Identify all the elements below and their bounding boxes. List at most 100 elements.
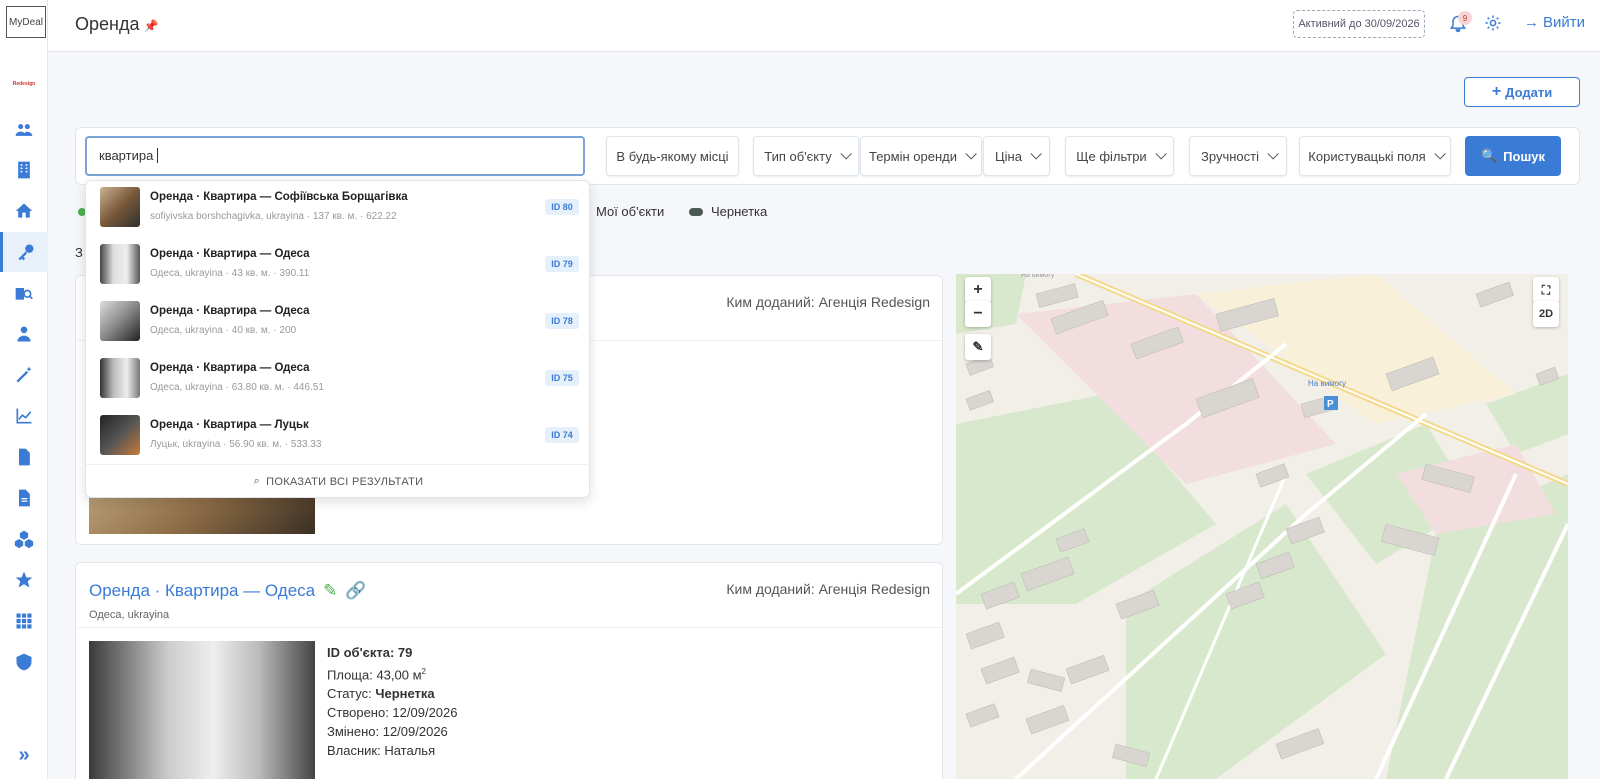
building-icon bbox=[18, 161, 30, 179]
chevron-down-icon bbox=[840, 148, 852, 160]
zoom-out-button[interactable]: − bbox=[965, 301, 991, 327]
brand-avatar[interactable]: Redesign bbox=[10, 70, 38, 98]
sidebar-item-favorites[interactable] bbox=[0, 560, 48, 600]
users-icon bbox=[15, 124, 33, 136]
suggestion-thumbnail bbox=[100, 301, 140, 341]
sidebar-item-magic[interactable] bbox=[0, 355, 48, 395]
type-filter[interactable]: Тип об'єкту bbox=[753, 136, 859, 176]
listing-area-unit-exponent: 2 bbox=[421, 667, 426, 676]
suggestion-title: Оренда · Квартира — Одеса bbox=[150, 362, 310, 374]
map-poi-label: На вимогу bbox=[1308, 379, 1346, 388]
sidebar-item-home[interactable] bbox=[0, 191, 48, 231]
fullscreen-button[interactable]: ⛶ bbox=[1533, 277, 1559, 303]
listing-owner: Власник: Наталья bbox=[327, 743, 436, 759]
show-all-results-button[interactable]: ⌕ ПОКАЗАТИ ВСІ РЕЗУЛЬТАТИ bbox=[86, 464, 591, 498]
suggestion-thumbnail bbox=[100, 358, 140, 398]
chevron-down-icon bbox=[1030, 148, 1042, 160]
listing-status-label: Статус: bbox=[327, 686, 372, 702]
search-input[interactable]: квартира bbox=[85, 136, 585, 176]
logout-button[interactable]: → Вийти bbox=[1524, 14, 1585, 31]
show-all-results-label: ПОКАЗАТИ ВСІ РЕЗУЛЬТАТИ bbox=[266, 475, 424, 488]
chevron-down-icon bbox=[1155, 148, 1167, 160]
building-search-icon bbox=[15, 288, 33, 300]
file-invoice-icon bbox=[19, 448, 30, 466]
sidebar-item-contacts[interactable] bbox=[0, 314, 48, 354]
search-icon: ⌕ bbox=[253, 475, 261, 487]
zoom-out-icon: − bbox=[973, 305, 983, 322]
listing-title[interactable]: Оренда · Квартира — Одеса ✎ 🔗 bbox=[89, 581, 367, 601]
suggestion-id-badge: ID 79 bbox=[545, 256, 579, 272]
listing-card[interactable]: Оренда · Квартира — Одеса ✎ 🔗 Одеса, ukr… bbox=[75, 562, 943, 779]
zoom-in-button[interactable]: + bbox=[965, 277, 991, 303]
sidebar-expand-icon[interactable]: » bbox=[0, 744, 48, 767]
price-filter[interactable]: Ціна bbox=[983, 136, 1050, 176]
listing-status-value: Чернетка bbox=[375, 686, 435, 702]
sidebar-item-analytics[interactable] bbox=[0, 396, 48, 436]
app-logo-text: MyDeal bbox=[9, 16, 43, 28]
star-icon bbox=[15, 571, 33, 588]
suggestion-item[interactable]: Оренда · Квартира — Одеса Одеса, ukrayin… bbox=[86, 352, 591, 408]
map-canvas[interactable]: P На вимогу На вимогу bbox=[956, 274, 1568, 779]
subscription-badge: Активний до 30/09/2026 bbox=[1293, 10, 1425, 38]
sidebar-item-invoices[interactable] bbox=[0, 437, 48, 477]
sidebar-item-users[interactable] bbox=[0, 110, 48, 150]
sidebar-item-search-buildings[interactable] bbox=[0, 273, 48, 313]
fullscreen-icon: ⛶ bbox=[1541, 282, 1551, 297]
suggestion-thumbnail bbox=[100, 244, 140, 284]
sidebar: MyDeal Redesign » bbox=[0, 0, 48, 779]
search-button[interactable]: 🔍 Пошук bbox=[1465, 136, 1561, 176]
sidebar-item-grid[interactable] bbox=[0, 601, 48, 641]
suggestion-title: Оренда · Квартира — Луцьк bbox=[150, 419, 309, 431]
location-filter-label: В будь-якому місці bbox=[616, 148, 729, 164]
pencil-icon: ✎ bbox=[972, 339, 984, 354]
map-view[interactable]: P На вимогу На вимогу + − ✎ ⛶ 2D bbox=[956, 274, 1568, 779]
add-button-label: Додати bbox=[1505, 84, 1553, 100]
map-mode-toggle[interactable]: 2D bbox=[1533, 301, 1559, 327]
listing-area-text: Площа: 43,00 м bbox=[327, 667, 422, 683]
added-by: Ким доданий: Агенція Redesign bbox=[726, 581, 930, 597]
chevron-down-icon bbox=[1267, 148, 1279, 160]
suggestion-subtitle: Одеса, ukrayina · 63.80 кв. м. · 446.51 bbox=[150, 382, 324, 393]
suggestion-title: Оренда · Квартира — Одеса bbox=[150, 305, 310, 317]
amenities-filter[interactable]: Зручності bbox=[1189, 136, 1287, 176]
draw-button[interactable]: ✎ bbox=[965, 334, 991, 360]
link-icon[interactable]: 🔗 bbox=[345, 581, 366, 601]
sidebar-item-buildings[interactable] bbox=[0, 150, 48, 190]
sidebar-item-rent[interactable] bbox=[0, 232, 48, 272]
suggestion-subtitle: sofiyivska borshchagivka, ukrayina · 137… bbox=[150, 211, 397, 222]
pencil-icon[interactable]: ✎ bbox=[323, 581, 337, 601]
suggestion-title: Оренда · Квартира — Одеса bbox=[150, 248, 310, 260]
pin-icon[interactable]: 📌 bbox=[143, 19, 158, 33]
listing-photo[interactable] bbox=[89, 641, 315, 779]
shield-icon bbox=[16, 653, 32, 671]
listing-id: ID об'єкта: 79 bbox=[327, 645, 413, 660]
results-count-text: З bbox=[75, 245, 83, 260]
page-title: Оренда 📌 bbox=[75, 14, 158, 35]
listing-created: Створено: 12/09/2026 bbox=[327, 705, 458, 721]
app-logo[interactable]: MyDeal bbox=[6, 6, 46, 38]
sidebar-item-documents[interactable] bbox=[0, 478, 48, 518]
legend-my-objects[interactable]: Мої об'єкти bbox=[596, 204, 664, 219]
suggestion-item[interactable]: Оренда · Квартира — Луцьк Луцьк, ukrayin… bbox=[86, 409, 591, 465]
gear-icon[interactable] bbox=[1484, 14, 1502, 32]
suggestion-item[interactable]: Оренда · Квартира — Одеса Одеса, ukrayin… bbox=[86, 295, 591, 351]
suggestion-item[interactable]: Оренда · Квартира — Софіївська Борщагівк… bbox=[86, 181, 591, 237]
suggestion-title: Оренда · Квартира — Софіївська Борщагівк… bbox=[150, 191, 408, 203]
more-filters-label: Ще фільтри bbox=[1076, 148, 1147, 164]
suggestion-item[interactable]: Оренда · Квартира — Одеса Одеса, ukrayin… bbox=[86, 238, 591, 294]
add-button[interactable]: + Додати bbox=[1464, 77, 1580, 107]
more-filters[interactable]: Ще фільтри bbox=[1065, 136, 1174, 176]
card-divider bbox=[76, 627, 942, 628]
magic-wand-icon bbox=[16, 366, 32, 383]
amenities-filter-label: Зручності bbox=[1201, 148, 1259, 164]
location-filter[interactable]: В будь-якому місці bbox=[606, 136, 739, 176]
legend-draft[interactable]: Чернетка bbox=[689, 204, 767, 219]
custom-fields-filter[interactable]: Користувацькі поля bbox=[1299, 136, 1451, 176]
sidebar-item-security[interactable] bbox=[0, 642, 48, 682]
suggestion-thumbnail bbox=[100, 187, 140, 227]
term-filter[interactable]: Термін оренди bbox=[860, 136, 982, 176]
user-tie-icon bbox=[17, 326, 31, 342]
zoom-in-icon: + bbox=[973, 281, 983, 298]
suggestion-id-badge: ID 78 bbox=[545, 313, 579, 329]
sidebar-item-boxes[interactable] bbox=[0, 519, 48, 559]
